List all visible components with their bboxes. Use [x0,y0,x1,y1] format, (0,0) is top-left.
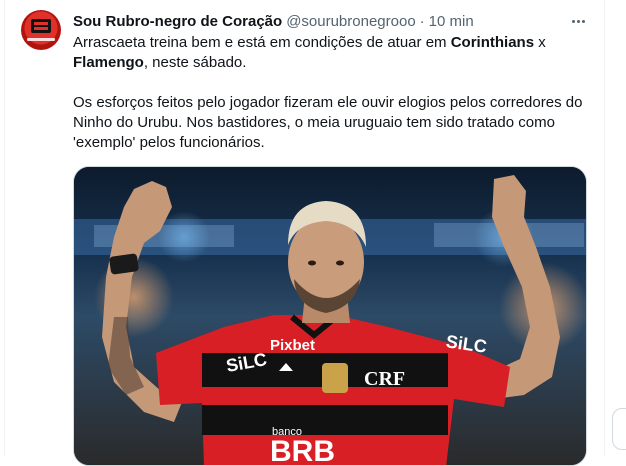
tweet-paragraph-1: Arrascaeta treina bem e está em condiçõe… [73,34,546,71]
avatar-flag-icon [31,19,51,33]
team-corinthians: Corinthians [450,34,535,51]
avatar-caption-mark [27,38,55,41]
tweet-header: Sou Rubro-negro de Coração @sourubronegr… [73,11,474,31]
tweet-timestamp[interactable]: 10 min [429,13,474,30]
tweet[interactable]: Sou Rubro-negro de Coração @sourubronegr… [0,0,626,466]
more-horizontal-icon[interactable] [568,12,588,30]
tweet-photo[interactable]: SiLC Pixbet SiLC CRF banco BRB [73,166,587,466]
tweet-paragraph-2: Os esforços feitos pelo jogador fizeram … [73,94,583,151]
separator-dot: · [419,12,425,30]
jersey-crest: CRF [364,368,405,390]
side-scroll-widget[interactable] [612,408,626,450]
profile-avatar[interactable] [21,10,61,50]
player-photo-illustration: SiLC Pixbet SiLC CRF banco BRB [74,167,586,466]
user-handle[interactable]: @sourubronegrooo [286,13,415,30]
team-flamengo: Flamengo [73,54,144,71]
tweet-text: Arrascaeta treina bem e está em condiçõe… [73,33,593,153]
club-badge-icon [322,363,348,393]
jersey-chest-sponsor: Pixbet [270,337,315,354]
jersey-bank-name: BRB [270,435,335,466]
display-name[interactable]: Sou Rubro-negro de Coração [73,13,282,30]
